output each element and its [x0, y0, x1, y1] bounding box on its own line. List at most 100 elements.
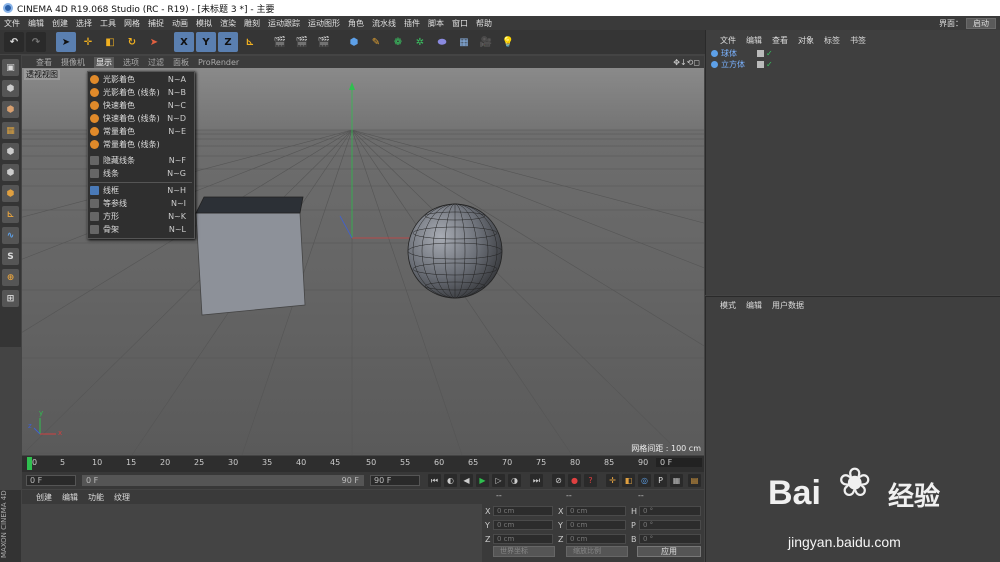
size-x-field[interactable]: 0 cm	[566, 506, 626, 516]
goto-end-icon[interactable]: ⏭	[530, 474, 543, 487]
viewport-menu-cameras[interactable]: 摄像机	[61, 57, 85, 68]
menu-help[interactable]: 帮助	[476, 18, 492, 29]
menu-item-gouraud[interactable]: 光影着色 N~A	[88, 73, 194, 86]
menu-item-wireframe[interactable]: 线框 N~H	[88, 184, 194, 197]
texture-mode-icon[interactable]: ⬢	[2, 101, 19, 118]
undo-icon[interactable]: ↶	[4, 32, 24, 52]
make-editable-icon[interactable]: ▣	[2, 59, 19, 76]
menu-item-hidden-line[interactable]: 隐藏线条 N~F	[88, 154, 194, 167]
lock-workplane-icon[interactable]: ⊕	[2, 269, 19, 286]
object-menu-tags[interactable]: 标签	[824, 35, 840, 46]
camera-icon[interactable]: 🎥	[476, 32, 496, 52]
menu-item-constant-lines[interactable]: 常量着色 (线条)	[88, 138, 194, 151]
planar-workplane-icon[interactable]: ⊞	[2, 290, 19, 307]
size-z-field[interactable]: 0 cm	[566, 534, 626, 544]
cube-object[interactable]	[195, 196, 306, 316]
material-menu-create[interactable]: 创建	[36, 492, 52, 503]
position-y-field[interactable]: 0 cm	[493, 520, 553, 530]
model-mode-icon[interactable]: ⬢	[2, 80, 19, 97]
record-active-icon[interactable]: ●	[568, 474, 581, 487]
position-z-field[interactable]: 0 cm	[493, 534, 553, 544]
coordinate-system-icon[interactable]: ⊾	[240, 32, 260, 52]
play-icon[interactable]: ▶	[476, 474, 489, 487]
menu-plugins[interactable]: 插件	[404, 18, 420, 29]
edge-mode-icon[interactable]: ⬢	[2, 164, 19, 181]
enable-check-icon[interactable]: ✓	[766, 49, 773, 58]
material-menu-edit[interactable]: 编辑	[62, 492, 78, 503]
render-view-icon[interactable]: 🎬	[270, 32, 290, 52]
record-keys-icon[interactable]: ⊘	[552, 474, 565, 487]
prev-frame-icon[interactable]: ◀	[460, 474, 473, 487]
polygon-mode-icon[interactable]: ⬢	[2, 185, 19, 202]
redo-icon[interactable]: ↷	[26, 32, 46, 52]
menu-snap[interactable]: 捕捉	[148, 18, 164, 29]
object-menu-bookmarks[interactable]: 书签	[850, 35, 866, 46]
apply-button[interactable]: 应用	[637, 546, 701, 557]
world-coords-dropdown[interactable]: 世界坐标	[493, 546, 555, 557]
key-param-icon[interactable]: P	[654, 474, 667, 487]
key-rotation-icon[interactable]: ◎	[638, 474, 651, 487]
rotation-b-field[interactable]: 0 °	[639, 534, 701, 544]
menu-render[interactable]: 渲染	[220, 18, 236, 29]
viewport-menu-view[interactable]: 查看	[36, 57, 52, 68]
pen-spline-icon[interactable]: ✎	[366, 32, 386, 52]
enable-check-icon[interactable]: ✓	[766, 60, 773, 69]
move-icon[interactable]: ✛	[78, 32, 98, 52]
snap-icon[interactable]: S	[2, 248, 19, 265]
scale-mode-dropdown[interactable]: 缩放比例	[566, 546, 628, 557]
prev-key-icon[interactable]: ◐	[444, 474, 457, 487]
scale-icon[interactable]: ◧	[100, 32, 120, 52]
menu-pipeline[interactable]: 流水线	[372, 18, 396, 29]
tweak-icon[interactable]: ∿	[2, 227, 19, 244]
menu-simulate[interactable]: 模拟	[196, 18, 212, 29]
next-frame-icon[interactable]: ▷	[492, 474, 505, 487]
object-menu-edit[interactable]: 编辑	[746, 35, 762, 46]
attribute-menu-userdata[interactable]: 用户数据	[772, 300, 804, 311]
render-picture-viewer-icon[interactable]: 🎬	[292, 32, 312, 52]
goto-start-icon[interactable]: ⏮	[428, 474, 441, 487]
point-mode-icon[interactable]: ⬢	[2, 143, 19, 160]
viewport-menu-prorender[interactable]: ProRender	[198, 58, 239, 67]
key-pla-icon[interactable]: ▦	[670, 474, 683, 487]
floor-icon[interactable]: ▦	[454, 32, 474, 52]
menu-create[interactable]: 创建	[52, 18, 68, 29]
menu-animate[interactable]: 动画	[172, 18, 188, 29]
position-x-field[interactable]: 0 cm	[493, 506, 553, 516]
menu-item-skeleton[interactable]: 骨架 N~L	[88, 223, 194, 236]
rotation-p-field[interactable]: 0 °	[639, 520, 701, 530]
viewport-menu-panel[interactable]: 面板	[173, 57, 189, 68]
menu-mesh[interactable]: 网格	[124, 18, 140, 29]
viewport-menu-filter[interactable]: 过滤	[148, 57, 164, 68]
rotation-h-field[interactable]: 0 °	[639, 506, 701, 516]
object-row-sphere[interactable]: 球体 ✓	[711, 48, 779, 59]
material-menu-texture[interactable]: 纹理	[114, 492, 130, 503]
menu-item-constant[interactable]: 常量着色 N~E	[88, 125, 194, 138]
axis-mode-icon[interactable]: ⊾	[2, 206, 19, 223]
size-y-field[interactable]: 0 cm	[566, 520, 626, 530]
menu-character[interactable]: 角色	[348, 18, 364, 29]
attribute-menu-edit[interactable]: 编辑	[746, 300, 762, 311]
cloner-icon[interactable]: ✲	[410, 32, 430, 52]
menu-window[interactable]: 窗口	[452, 18, 468, 29]
render-settings-icon[interactable]: 🎬	[314, 32, 334, 52]
viewport-menu-display[interactable]: 显示	[94, 56, 114, 68]
light-icon[interactable]: 💡	[498, 32, 518, 52]
end-frame-field[interactable]: 90 F	[370, 475, 420, 486]
cube-object-icon[interactable]: ⬢	[344, 32, 364, 52]
menu-motion-tracking[interactable]: 运动跟踪	[268, 18, 300, 29]
menu-item-lines[interactable]: 线条 N~G	[88, 167, 194, 180]
menu-item-gouraud-lines[interactable]: 光影着色 (线条) N~B	[88, 86, 194, 99]
menu-item-quick[interactable]: 快速着色 N~C	[88, 99, 194, 112]
autokey-icon[interactable]: ?	[584, 474, 597, 487]
key-scale-icon[interactable]: ◧	[622, 474, 635, 487]
viewport-menu-options[interactable]: 选项	[123, 57, 139, 68]
sphere-object[interactable]	[407, 203, 503, 299]
object-menu-objects[interactable]: 对象	[798, 35, 814, 46]
x-axis-lock-button[interactable]: X	[174, 32, 194, 52]
menu-script[interactable]: 脚本	[428, 18, 444, 29]
rotate-icon[interactable]: ↻	[122, 32, 142, 52]
last-tool-icon[interactable]: ➤	[144, 32, 164, 52]
material-menu-function[interactable]: 功能	[88, 492, 104, 503]
object-menu-file[interactable]: 文件	[720, 35, 736, 46]
object-row-cube[interactable]: 立方体 ✓	[711, 59, 779, 70]
